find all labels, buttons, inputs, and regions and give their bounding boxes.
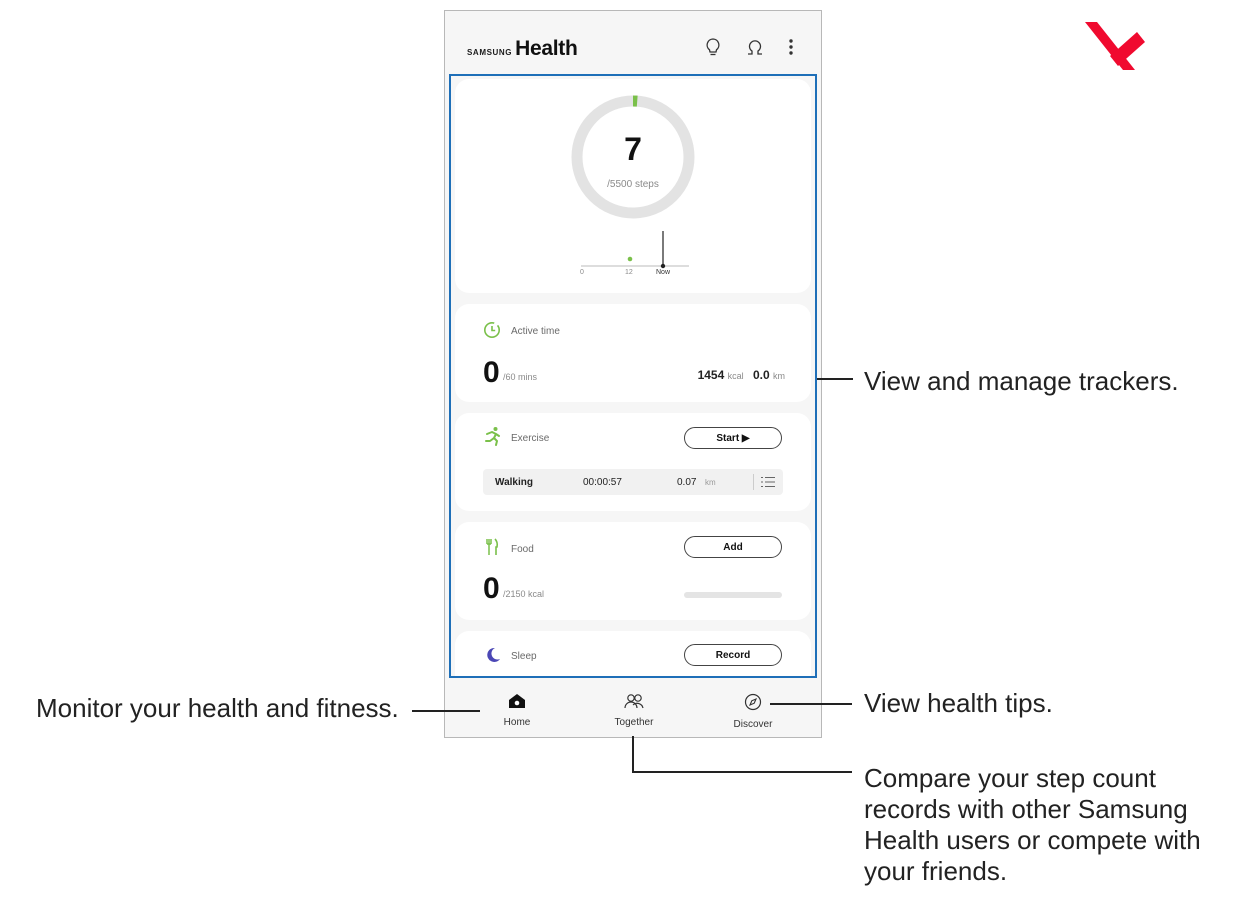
exercise-distance: 0.07 (677, 477, 697, 488)
callout-tips: View health tips. (864, 688, 1053, 718)
tracker-list[interactable]: 7 /5500 steps 0 12 Now Active time 0 /60… (455, 79, 811, 677)
app-logo: SAMSUNG Health (467, 37, 578, 61)
brand-health: Health (515, 37, 578, 60)
callout-compare-line-2: records with other Samsung (864, 794, 1188, 824)
sleep-record-button[interactable]: Record (684, 644, 782, 666)
callout-trackers: View and manage trackers. (864, 366, 1179, 396)
exercise-distance-unit: km (705, 478, 716, 487)
callout-compare-line-1: Compare your step count (864, 763, 1156, 793)
food-title: Food (511, 544, 534, 555)
list-icon[interactable] (761, 476, 775, 488)
callout-compare: Compare your step count records with oth… (864, 763, 1201, 887)
active-time-goal: /60 mins (503, 372, 538, 382)
sleep-card[interactable]: Sleep Record (455, 631, 811, 677)
lightbulb-icon[interactable] (701, 35, 725, 59)
callout-compare-line-3: Health users or compete with (864, 825, 1201, 855)
food-value: 0 (483, 572, 500, 605)
compass-icon (744, 693, 762, 711)
steps-count: 7 (624, 131, 642, 167)
sleep-title: Sleep (511, 651, 537, 662)
active-time-title: Active time (511, 326, 560, 337)
exercise-type: Walking (495, 477, 533, 488)
food-icon (486, 538, 499, 555)
active-time-icon (484, 322, 500, 338)
callout-compare-line-4: your friends. (864, 856, 1008, 886)
steps-axis-mid: 12 (625, 269, 633, 276)
corner-mark-icon (1085, 22, 1145, 70)
kcal-unit: kcal (727, 371, 744, 381)
nav-discover[interactable]: Discover (703, 693, 803, 730)
nav-home-label: Home (503, 717, 531, 728)
nav-together[interactable]: Together (584, 693, 684, 728)
food-add-button[interactable]: Add (684, 536, 782, 558)
row-divider (753, 474, 754, 490)
callout-monitor: Monitor your health and fitness. (36, 693, 399, 723)
steps-axis-start: 0 (580, 269, 584, 276)
app-bar: SAMSUNG Health (445, 11, 821, 75)
food-progress-bar (684, 592, 782, 598)
brand-samsung: SAMSUNG (467, 48, 513, 57)
steps-card[interactable]: 7 /5500 steps 0 12 Now (455, 79, 811, 293)
exercise-duration: 00:00:57 (583, 477, 622, 488)
exercise-record-row[interactable]: Walking 00:00:57 0.07 km (483, 469, 783, 495)
nav-home[interactable]: Home (467, 693, 567, 728)
bottom-nav: Home Together Discover (445, 687, 821, 737)
km-unit: km (773, 371, 785, 381)
callout-line-monitor (412, 710, 480, 712)
profile-icon[interactable] (743, 35, 767, 59)
active-time-value: 0 (483, 356, 500, 389)
callout-line-trackers (817, 378, 853, 380)
callout-line-tips (770, 703, 852, 705)
phone-screen: SAMSUNG Health 7 /5500 steps 0 12 Now Ac… (444, 10, 822, 738)
nav-discover-label: Discover (733, 719, 773, 730)
km-value: 0.0 (752, 368, 770, 382)
active-time-card[interactable]: Active time 0 /60 mins 1454 kcal 0.0 km (455, 304, 811, 402)
exercise-card[interactable]: Exercise Start ▶ Walking 00:00:57 0.07 k… (455, 413, 811, 511)
callout-line-compare-h (632, 771, 852, 773)
exercise-title: Exercise (511, 433, 550, 444)
steps-goal: /5500 steps (607, 179, 659, 190)
active-time-stats: 1454 kcal 0.0 km (698, 368, 785, 382)
nav-together-label: Together (614, 717, 654, 728)
steps-axis-now: Now (656, 269, 671, 276)
callout-line-compare-v (632, 736, 634, 772)
food-card[interactable]: Food Add 0 /2150 kcal (455, 522, 811, 620)
people-icon (624, 694, 644, 709)
exercise-start-button[interactable]: Start ▶ (684, 427, 782, 449)
home-icon (509, 694, 525, 708)
moon-icon (487, 647, 500, 662)
running-icon (485, 427, 500, 446)
more-vert-icon[interactable] (779, 35, 803, 59)
steps-timeline (581, 231, 689, 269)
kcal-value: 1454 (697, 368, 725, 382)
food-goal: /2150 kcal (503, 589, 545, 599)
